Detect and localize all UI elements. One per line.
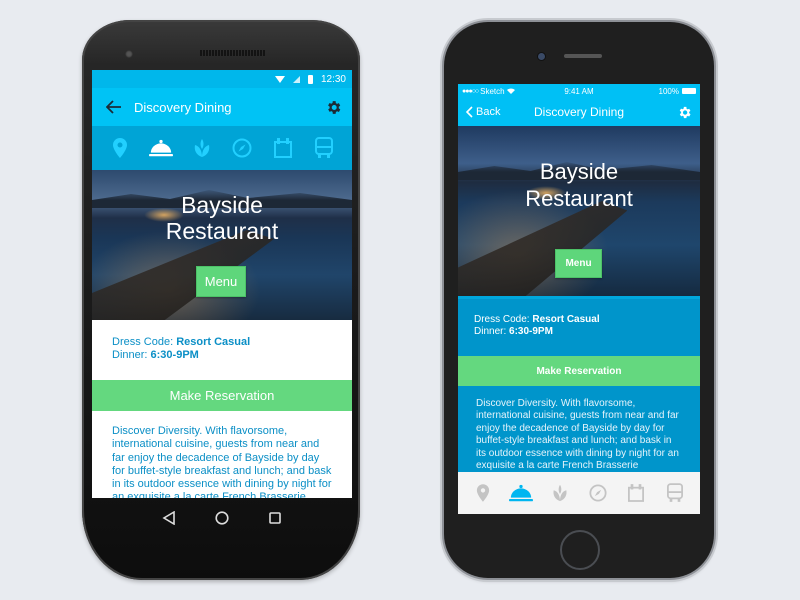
menu-button[interactable]: Menu: [196, 266, 246, 297]
tab-location[interactable]: [471, 481, 495, 505]
back-triangle-icon[interactable]: [161, 510, 177, 526]
tab-location[interactable]: [108, 136, 132, 160]
android-app-bar: Discovery Dining: [92, 88, 352, 126]
dinner-value: 6:30-9PM: [150, 349, 199, 361]
tab-dining[interactable]: [148, 136, 173, 160]
category-tabs: [92, 126, 352, 170]
ios-nav-bar: Back Discovery Dining: [458, 98, 700, 126]
restaurant-hero-image: Bayside Restaurant Menu: [458, 126, 700, 296]
title-line-1: Bayside: [181, 192, 263, 218]
tab-spa[interactable]: [190, 136, 214, 160]
iphone-mockup: ●●●○○ Sketch 9:41 AM 100% Back Discovery…: [444, 22, 714, 578]
dinner-label: Dinner:: [474, 326, 510, 337]
front-camera: [125, 50, 133, 58]
ios-screen: ●●●○○ Sketch 9:41 AM 100% Back Discovery…: [458, 84, 700, 514]
food-cloche-icon: [148, 139, 173, 157]
battery-icon: [307, 74, 313, 84]
battery-icon: [682, 88, 696, 94]
tab-dining[interactable]: [509, 481, 534, 505]
compass-icon: [589, 484, 607, 502]
dinner-value: 6:30-9PM: [509, 326, 553, 337]
status-time: 12:30: [320, 73, 346, 85]
title-line-2: Restaurant: [165, 218, 279, 244]
home-circle-icon[interactable]: [214, 510, 230, 526]
carrier-name: Sketch: [480, 86, 505, 96]
arrow-left-icon[interactable]: [106, 100, 132, 114]
dress-code-label: Dress Code:: [112, 336, 177, 348]
map-pin-icon: [477, 484, 490, 502]
status-left: ●●●○○ Sketch: [462, 87, 540, 96]
android-phone-mockup: 12:30 Discovery Dining Bayside Restauran…: [82, 20, 360, 580]
restaurant-hero-image: Bayside Restaurant Menu: [92, 170, 352, 320]
dinner-label: Dinner:: [112, 349, 151, 361]
android-nav-bar: [92, 498, 352, 538]
recents-square-icon[interactable]: [267, 510, 283, 526]
tab-explore[interactable]: [586, 481, 610, 505]
title-line-2: Restaurant: [525, 186, 633, 211]
front-camera: [538, 53, 545, 60]
back-button[interactable]: Back: [466, 106, 528, 118]
settings-button[interactable]: [630, 105, 692, 120]
nav-title: Discovery Dining: [533, 105, 625, 119]
earpiece-speaker: [200, 50, 266, 56]
chevron-left-icon: [466, 106, 473, 118]
calendar-icon: [628, 484, 645, 502]
make-reservation-button[interactable]: Make Reservation: [458, 356, 700, 386]
back-label: Back: [476, 106, 501, 118]
signal-icon: [292, 75, 300, 83]
map-pin-icon: [113, 138, 128, 158]
wifi-icon: [506, 88, 515, 94]
ios-status-bar: ●●●○○ Sketch 9:41 AM 100%: [458, 84, 700, 98]
app-bar-title: Discovery Dining: [134, 99, 232, 115]
android-screen: 12:30 Discovery Dining Bayside Restauran…: [92, 70, 352, 498]
signal-dots-icon: ●●●○○: [462, 87, 479, 95]
wifi-icon: [274, 75, 285, 83]
tab-transport[interactable]: [312, 136, 336, 160]
tab-explore[interactable]: [230, 136, 254, 160]
gear-icon: [679, 106, 691, 118]
title-line-1: Bayside: [539, 159, 619, 184]
battery-percent: 100%: [658, 86, 679, 96]
restaurant-description: Discover Diversity. With flavorsome, int…: [112, 425, 332, 498]
tab-transport[interactable]: [663, 481, 687, 505]
bus-icon: [666, 483, 683, 502]
leaf-icon: [553, 484, 567, 502]
dress-code-value: Resort Casual: [176, 336, 251, 348]
ios-tab-bar: [458, 472, 700, 514]
dinner-row: Dinner: 6:30-9PM: [112, 349, 332, 362]
restaurant-info: Dress Code: Resort Casual Dinner: 6:30-9…: [92, 320, 352, 380]
restaurant-title: Bayside Restaurant: [92, 192, 352, 244]
dress-code-label: Dress Code:: [474, 314, 533, 325]
leaf-icon: [194, 139, 209, 157]
restaurant-info: Dress Code: Resort Casual Dinner: 6:30-9…: [458, 296, 700, 356]
calendar-icon: [273, 138, 292, 158]
status-right: 100%: [618, 87, 696, 96]
compass-icon: [232, 138, 252, 158]
food-cloche-icon: [509, 484, 534, 502]
earpiece-speaker: [564, 54, 602, 58]
menu-button[interactable]: Menu: [555, 249, 602, 278]
make-reservation-button[interactable]: Make Reservation: [92, 380, 352, 411]
dress-code-value: Resort Casual: [532, 314, 600, 325]
dress-code-row: Dress Code: Resort Casual: [112, 336, 332, 349]
tab-events[interactable]: [271, 136, 295, 160]
gear-icon[interactable]: [324, 98, 342, 116]
dinner-row: Dinner: 6:30-9PM: [474, 326, 684, 338]
android-status-bar: 12:30: [92, 70, 352, 88]
status-time: 9:41 AM: [564, 86, 594, 96]
restaurant-title: Bayside Restaurant: [458, 158, 700, 212]
tab-spa[interactable]: [548, 481, 572, 505]
bus-icon: [314, 137, 333, 158]
tab-events[interactable]: [624, 481, 648, 505]
home-button[interactable]: [560, 530, 600, 570]
dress-code-row: Dress Code: Resort Casual: [474, 314, 684, 326]
